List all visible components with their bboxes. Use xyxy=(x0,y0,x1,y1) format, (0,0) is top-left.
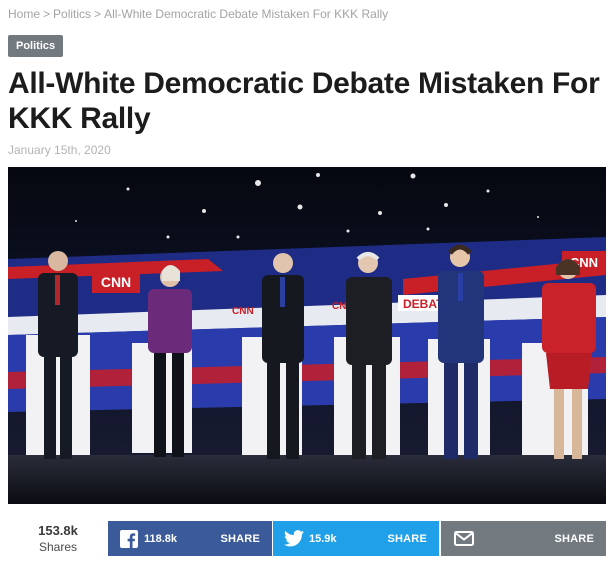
breadcrumb-separator: > xyxy=(94,7,102,21)
breadcrumb-home-link[interactable]: Home xyxy=(8,7,40,21)
envelope-icon xyxy=(453,528,475,550)
share-count-value: 153.8k xyxy=(38,523,78,538)
breadcrumb: Home > Politics > All-White Democratic Debat… xyxy=(8,7,388,21)
breadcrumb-politics-link[interactable]: Politics xyxy=(53,7,91,21)
facebook-share-label: SHARE xyxy=(220,532,260,545)
svg-text:CNN: CNN xyxy=(101,274,131,290)
breadcrumb-separator: > xyxy=(43,7,51,21)
share-count: 153.8k Shares xyxy=(18,523,98,555)
twitter-share-count: 15.9k xyxy=(309,532,337,545)
email-share-button[interactable]: SHARE xyxy=(441,521,606,556)
twitter-share-label: SHARE xyxy=(387,532,427,545)
svg-text:CNN: CNN xyxy=(232,306,254,317)
share-count-label: Shares xyxy=(38,540,78,554)
email-share-label: SHARE xyxy=(554,532,594,545)
publish-date: January 15th, 2020 xyxy=(8,143,111,157)
twitter-share-button[interactable]: 15.9k SHARE xyxy=(273,521,439,556)
breadcrumb-current: All-White Democratic Debate Mistaken For… xyxy=(104,7,389,21)
category-badge[interactable]: Politics xyxy=(8,35,64,57)
twitter-icon xyxy=(283,528,305,550)
hero-image: CNN CNN DEBATE CNN CNN xyxy=(8,167,606,504)
facebook-icon xyxy=(118,528,140,550)
facebook-share-button[interactable]: 118.8k SHARE xyxy=(108,521,272,556)
page-title: All-White Democratic Debate Mistaken For… xyxy=(8,67,600,135)
facebook-share-count: 118.8k xyxy=(144,532,178,545)
